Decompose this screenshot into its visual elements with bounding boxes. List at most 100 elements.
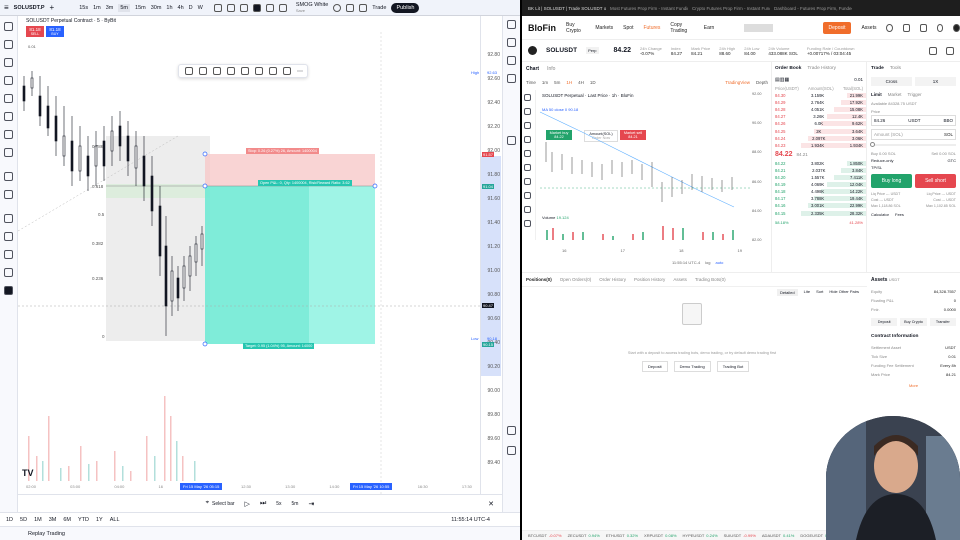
nav-futures[interactable]: Futures [643,25,660,31]
help-icon[interactable] [507,446,516,455]
browser-tab[interactable]: BK Lit | SOLUSDT | Trade SOLUSDT on BloF… [528,6,606,11]
notifications-icon[interactable] [507,426,516,435]
bid-row[interactable]: 84.18 4.498K 14.22K [772,188,866,195]
line-color-icon[interactable] [213,67,221,75]
fullscreen-icon[interactable] [346,3,355,12]
sell-short-button[interactable]: Sell short [915,174,956,188]
timeframe-w[interactable]: W [198,5,203,11]
slider-handle[interactable] [870,142,875,147]
bid-row[interactable]: 84.15 2.335K 28.32K [772,210,866,217]
demo-trading-button[interactable]: Demo Trading [673,361,711,372]
sell-button[interactable]: 81.18 SELL [26,26,44,37]
lock-icon[interactable] [4,232,13,241]
empty-deposit-button[interactable]: Deposit [642,361,668,372]
notification-bell-icon[interactable] [903,23,910,32]
ask-row[interactable]: 84.25 2K 3.64K [772,128,866,135]
ideas-icon[interactable] [507,136,516,145]
indicators-icon[interactable] [226,3,235,12]
tab-trading-bots[interactable]: Trading Bots(0) [695,277,726,282]
asset-deposit-button[interactable]: Deposit [871,318,898,326]
language-icon[interactable] [936,23,944,32]
detailed-toggle[interactable]: Detailed [776,289,798,296]
publish-button[interactable]: Publish [391,2,420,13]
buy-button[interactable]: 81.18 BUY [46,26,64,37]
footer-ticker[interactable]: BTCUSDT -0.07% [528,533,562,538]
user-icon[interactable] [886,23,894,32]
range-6m[interactable]: 6M [63,517,71,523]
timeframe-5m[interactable]: 5m [118,3,131,12]
precision-select[interactable]: 0.01 [854,77,863,83]
timeframe-1h[interactable]: 1h [166,5,172,11]
undo-icon[interactable] [265,3,274,12]
tab-order-history[interactable]: Order History [599,277,626,282]
settings-gear-icon[interactable] [333,3,342,12]
range-1y[interactable]: 1Y [96,517,103,523]
bid-row[interactable]: 84.20 1.557K 7.411K [772,174,866,181]
step-forward-icon[interactable]: ⏭ [260,500,266,508]
redo-icon[interactable] [278,3,287,12]
chat-icon[interactable] [507,74,516,83]
jump-to-realtime-icon[interactable]: ⇥ [308,500,314,508]
assets-menu[interactable]: Assets [861,25,876,31]
trade-button[interactable]: Trade [372,5,386,11]
text-icon[interactable] [4,130,13,139]
tab-order-book[interactable]: Order Book [775,66,801,71]
range-all[interactable]: ALL [110,517,120,523]
tab-positions[interactable]: Positions(0) [526,277,552,282]
utc-clock[interactable]: 11:55:14 UTC-4 [451,517,490,523]
footer-ticker[interactable]: ETHUSDT 0.32% [606,533,638,538]
symbol-search[interactable]: SOLUSDT.P [14,5,45,11]
order-limit[interactable]: Limit [871,92,882,97]
projection-icon[interactable] [4,94,13,103]
bid-row[interactable]: 84.21 2.037K 3.84K [772,167,866,174]
delete-drawing-icon[interactable] [283,67,291,75]
nav-earn[interactable]: Earn [704,25,715,31]
drawing-settings-icon[interactable] [255,67,263,75]
deposit-button[interactable]: Deposit [822,21,852,34]
timeframe-4h[interactable]: 4h [178,5,184,11]
replay-chart[interactable]: SOLUSDT Perpetual Contract · 5 · ByBit 8… [18,16,502,494]
timeframe-1m[interactable]: 1m [93,5,101,11]
ask-row[interactable]: 84.30 3.159K 21.99K [772,92,866,99]
footer-ticker[interactable]: HYPEUSDT 0.24% [683,533,718,538]
watchlist-icon[interactable] [507,20,516,29]
footer-ticker[interactable]: SUIUSDT -0.99% [724,533,756,538]
lock-drawing-icon[interactable] [269,67,277,75]
amount-slider[interactable] [870,142,956,147]
leverage-button[interactable]: 1X [915,77,956,86]
ask-row[interactable]: 84.23 1.934K 1.934K [772,142,866,149]
timeframe-15s[interactable]: 15s [79,5,88,11]
fib-icon[interactable] [4,58,13,67]
nav-buy-crypto[interactable]: Buy Crypto [566,22,585,34]
range-1m[interactable]: 1M [34,517,42,523]
replay-icon[interactable] [252,3,261,12]
layout-template[interactable]: SMOG White Save [296,2,328,13]
calculator-link[interactable]: Calculator [871,212,889,217]
hide-other-pairs-checkbox[interactable]: Hide Other Pairs [829,289,859,296]
timeframe-15m[interactable]: 15m [135,5,146,11]
timeframe-d[interactable]: D [189,5,193,11]
drag-handle-icon[interactable] [185,67,193,75]
object-tree-icon[interactable] [507,56,516,65]
ask-row[interactable]: 84.28 4.051K 15.08K [772,106,866,113]
zoom-icon[interactable] [4,190,13,199]
add-symbol-icon[interactable]: + [50,3,55,12]
select-bar-button[interactable]: ⌖ Select bar [206,500,235,507]
footer-ticker[interactable]: ZECUSDT 0.94% [568,533,600,538]
tpsl-checkbox[interactable]: TP/SL [867,164,960,171]
sort-select[interactable]: Sort [816,289,823,296]
interval-button[interactable]: 5m [292,501,299,507]
play-icon[interactable]: ▷ [245,500,250,508]
ask-row[interactable]: 84.29 2.764K 17.92K [772,99,866,106]
footer-ticker[interactable]: ADAUSDT 0.41% [762,533,794,538]
eye-icon[interactable] [4,250,13,259]
lite-toggle[interactable]: Lite [804,289,810,296]
bid-row[interactable]: 84.22 3.802K 1.850K [772,160,866,167]
trendline-icon[interactable] [4,40,13,49]
tab-trade[interactable]: Trade [871,66,884,71]
browser-tab[interactable]: Most Futures Prop Firm - Instant Funding… [610,6,688,11]
bbo-button[interactable]: BBO [943,118,953,123]
pattern-icon[interactable] [4,76,13,85]
log-toggle[interactable]: log [705,260,710,265]
camera-icon[interactable] [359,3,368,12]
